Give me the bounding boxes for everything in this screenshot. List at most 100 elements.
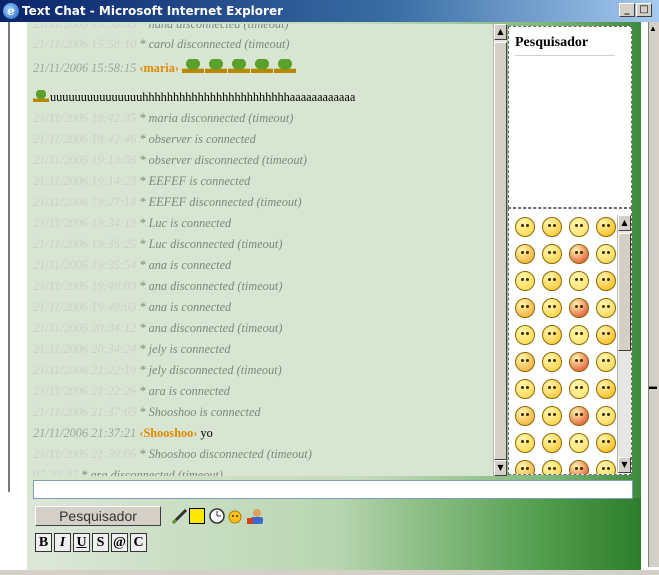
chat-line: 21/11/2006 21:39:06 * Shooshoo disconnec… [33,445,312,463]
chat-message-text: * EEFEF disconnected (timeout) [139,195,302,209]
chat-message-text: * ara is connected [139,384,230,398]
sleepy-emoticon-icon[interactable] [515,298,535,318]
chat-message-text: * Shooshoo is connected [139,405,261,419]
sad-emoticon-icon[interactable] [542,217,562,237]
smiley-icon[interactable] [227,507,243,525]
penguin-emoticon-icon[interactable] [569,379,589,399]
chat-nickname: ‹maria› [139,61,183,75]
smile-emoticon-icon[interactable] [515,217,535,237]
nerd-emoticon-icon[interactable] [515,352,535,372]
scroll-up-arrow-icon[interactable]: ▲ [494,24,507,40]
turtle-emoticon-icon[interactable] [542,433,562,453]
grimace-emoticon-icon[interactable] [542,325,562,345]
tiger-emoticon-icon[interactable] [569,433,589,453]
chat-message-text: * ana is connected [139,258,232,272]
surprised-emoticon-icon[interactable] [596,217,616,237]
chat-line: 21/11/2006 21:37:21 ‹Shooshoo› yo [33,424,213,442]
chat-line: 21/11/2006 21:37:05 * Shooshoo is connec… [33,403,261,421]
chat-line: 07:32:47 * ara disconnected (timeout) [33,466,223,476]
chat-message-text: * Luc is connected [139,216,232,230]
chat-timestamp: 21/11/2006 19:34:13 [33,216,140,230]
confused-emoticon-icon[interactable] [596,271,616,291]
italic-button[interactable]: I [54,533,71,552]
minimize-button[interactable]: _ [619,3,635,17]
grin-emoticon-icon[interactable] [569,217,589,237]
chat-line: 21/11/2006 19:14:23 * EEFEF is connected [33,172,250,190]
yawn-emoticon-icon[interactable] [596,298,616,318]
clock-icon[interactable] [208,507,226,525]
chat-message-text: * Shooshoo disconnected (timeout) [139,447,312,461]
chat-timestamp: 21/11/2006 20:34:12 [33,321,140,335]
sick-emoticon-icon[interactable] [596,325,616,345]
emoticon-scroll-down-icon[interactable]: ▼ [618,457,631,473]
chat-line: 21/11/2006 15:58:05 * nana disconnected … [33,24,289,33]
party-emoticon-icon[interactable] [569,325,589,345]
strike-button[interactable]: S [92,533,109,552]
nickname-button[interactable]: Pesquisador [35,506,161,526]
chat-line: 21/11/2006 19:49:03 * ana is connected [33,298,231,316]
pen-icon[interactable] [170,507,190,525]
laugh-emoticon-icon[interactable] [542,271,562,291]
cool-emoticon-icon[interactable] [569,244,589,264]
color-picker-icon[interactable] [189,508,205,524]
blush-emoticon-icon[interactable] [569,271,589,291]
chat-line: 21/11/2006 15:58:10 * carol disconnected… [33,35,289,53]
chat-scrollbar[interactable]: ▲ ▼ [493,24,507,476]
emoticon-scrollbar[interactable]: ▲ ▼ [617,215,631,473]
chat-message-text: * ana disconnected (timeout) [139,321,283,335]
emoticon-panel: ▲ ▼ [508,208,632,475]
shocked-emoticon-icon[interactable] [596,244,616,264]
snail-emoticon-icon[interactable] [515,433,535,453]
emoticon-scroll-thumb[interactable] [618,233,631,351]
crying-emoticon-icon[interactable] [542,298,562,318]
bat-emoticon-icon[interactable] [542,406,562,426]
chat-timestamp: 21/11/2006 19:49:03 [33,279,140,293]
underline-button[interactable]: U [73,533,90,552]
boat-emoticon-icon[interactable] [515,460,535,474]
bold-button[interactable]: B [35,533,52,552]
dog-emoticon-icon[interactable] [596,406,616,426]
chat-message-text: * ana is connected [139,300,232,314]
wink-emoticon-icon[interactable] [515,244,535,264]
maximize-button[interactable]: □ [636,3,652,17]
beer-emoticon-icon[interactable] [596,433,616,453]
color-button[interactable]: C [130,533,147,552]
chat-timestamp: 21/11/2006 21:39:06 [33,447,140,461]
tree-emoticon-icon[interactable] [542,460,562,474]
chat-line: 21/11/2006 19:35:25 * Luc disconnected (… [33,235,282,253]
email-button[interactable]: @ [111,533,128,552]
devil-emoticon-icon[interactable] [569,352,589,372]
happy-emoticon-icon[interactable] [515,325,535,345]
palm-tree-icon [251,59,274,73]
chat-message-text: * observer is connected [139,132,256,146]
chat-timestamp: 21/11/2006 18:42:46 [33,132,140,146]
angry-emoticon-icon[interactable] [515,271,535,291]
cake-emoticon-icon[interactable] [596,460,616,474]
user-list-item[interactable]: Pesquisador [515,35,588,51]
scroll-down-arrow-icon[interactable]: ▼ [494,460,507,476]
palm-tree-icon [182,59,205,73]
chat-message-text: uuuuuuuuuuuuuuuhhhhhhhhhhhhhhhhhhhhhhhha… [50,90,356,104]
embarrassed-emoticon-icon[interactable] [542,352,562,372]
chat-line: 21/11/2006 21:22:26 * ara is connected [33,382,230,400]
tux-emoticon-icon[interactable] [596,379,616,399]
frog-emoticon-icon[interactable] [515,379,535,399]
monkey-emoticon-icon[interactable] [515,406,535,426]
chat-message-text: * carol disconnected (timeout) [139,37,290,51]
user-icon[interactable] [244,507,266,525]
clown-emoticon-icon[interactable] [596,352,616,372]
page-scrollbar[interactable]: ▲ ▬ [641,22,659,575]
kiss-emoticon-icon[interactable] [569,298,589,318]
emoticon-scroll-up-icon[interactable]: ▲ [618,215,631,231]
red-devil-emoticon-icon[interactable] [542,379,562,399]
chat-input[interactable] [33,480,633,499]
chat-line: 21/11/2006 20:34:24 * jely is connected [33,340,231,358]
tongue-emoticon-icon[interactable] [542,244,562,264]
window-left-frame [0,22,27,575]
cat-emoticon-icon[interactable] [569,406,589,426]
chat-line: 21/11/2006 18:42:35 * maria disconnected… [33,109,293,127]
status-bar [0,570,659,575]
chat-scroll-thumb[interactable] [494,42,507,460]
chat-line: 21/11/2006 15:58:15 ‹maria› [33,59,297,77]
heart-emoticon-icon[interactable] [569,460,589,474]
